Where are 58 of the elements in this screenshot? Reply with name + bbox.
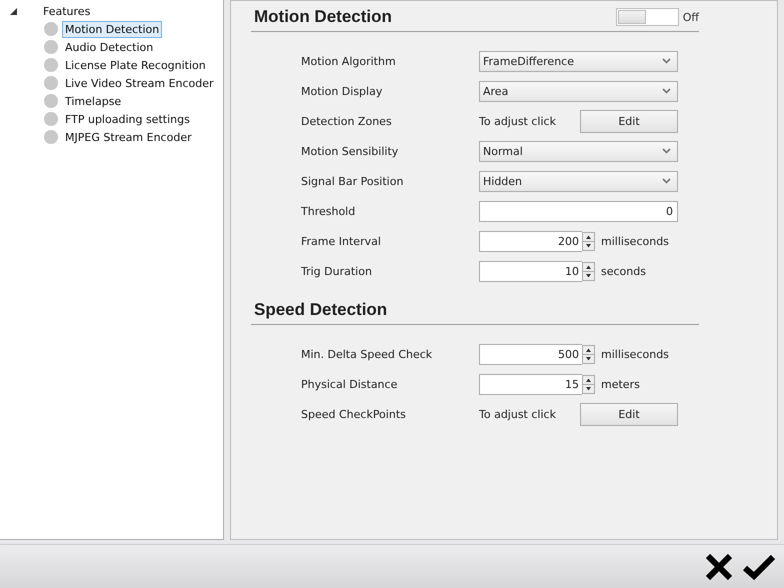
- tree-item[interactable]: Motion Detection: [62, 20, 162, 38]
- tree-item[interactable]: Timelapse: [62, 92, 124, 110]
- number-field[interactable]: 200: [479, 230, 582, 252]
- field-label: Motion Algorithm: [301, 54, 397, 68]
- unit-label: seconds: [601, 264, 646, 278]
- spinner-arrows-icon[interactable]: [582, 232, 595, 250]
- field-label: Motion Sensibility: [301, 144, 400, 158]
- tree-item[interactable]: License Plate Recognition: [62, 56, 209, 74]
- edit-button[interactable]: Edit: [580, 402, 678, 426]
- unit-label: meters: [601, 378, 640, 390]
- number-field[interactable]: 15: [479, 374, 582, 394]
- spinner-arrows-icon[interactable]: [582, 344, 595, 364]
- chevron-down-icon: [662, 178, 671, 184]
- dropdown[interactable]: Hidden: [479, 170, 678, 192]
- section-title: Motion Detection: [254, 7, 392, 27]
- hint-text: To adjust click: [479, 408, 557, 420]
- spinner-arrows-icon[interactable]: [582, 262, 595, 280]
- close-icon[interactable]: [704, 552, 734, 580]
- status-dot-icon: [44, 130, 58, 144]
- chevron-down-icon: [662, 88, 671, 94]
- number-field[interactable]: 500: [479, 344, 582, 364]
- status-dot-icon: [44, 112, 58, 126]
- unit-label: milliseconds: [601, 234, 669, 248]
- section-title: Speed Detection: [254, 300, 388, 320]
- field-label: Signal Bar Position: [301, 174, 404, 188]
- field-label: Detection Zones: [301, 114, 393, 128]
- collapse-icon[interactable]: [10, 8, 17, 14]
- field-label: Physical Distance: [301, 378, 398, 390]
- field-label: Trig Duration: [301, 264, 373, 278]
- tree-item[interactable]: MJPEG Stream Encoder: [62, 128, 195, 146]
- status-dot-icon: [44, 58, 58, 72]
- status-dot-icon: [44, 40, 58, 54]
- number-field[interactable]: 10: [479, 260, 582, 282]
- dropdown[interactable]: Normal: [479, 140, 678, 162]
- chevron-down-icon: [662, 58, 671, 64]
- tree-item[interactable]: Audio Detection: [62, 38, 156, 56]
- hint-text: To adjust click: [479, 114, 557, 128]
- number-field[interactable]: 0: [479, 200, 678, 222]
- dropdown[interactable]: Area: [479, 80, 678, 102]
- unit-label: milliseconds: [601, 348, 669, 360]
- status-dot-icon: [44, 94, 58, 108]
- tree-item[interactable]: Live Video Stream Encoder: [62, 74, 217, 92]
- dropdown[interactable]: FrameDifference: [479, 50, 678, 72]
- status-dot-icon: [44, 22, 58, 36]
- field-label: Min. Delta Speed Check: [301, 348, 434, 360]
- tree-root-label[interactable]: Features: [43, 4, 90, 18]
- field-label: Speed CheckPoints: [301, 408, 407, 420]
- spinner-arrows-icon[interactable]: [582, 374, 595, 394]
- field-label: Frame Interval: [301, 234, 382, 248]
- toggle-label: Off: [682, 10, 699, 24]
- status-dot-icon: [44, 76, 58, 90]
- edit-button[interactable]: Edit: [580, 110, 678, 132]
- toggle-switch[interactable]: [616, 8, 679, 26]
- chevron-down-icon: [662, 148, 671, 154]
- tree-item[interactable]: FTP uploading settings: [62, 110, 193, 128]
- field-label: Motion Display: [301, 84, 384, 98]
- checkmark-icon[interactable]: [742, 552, 776, 580]
- field-label: Threshold: [301, 204, 356, 218]
